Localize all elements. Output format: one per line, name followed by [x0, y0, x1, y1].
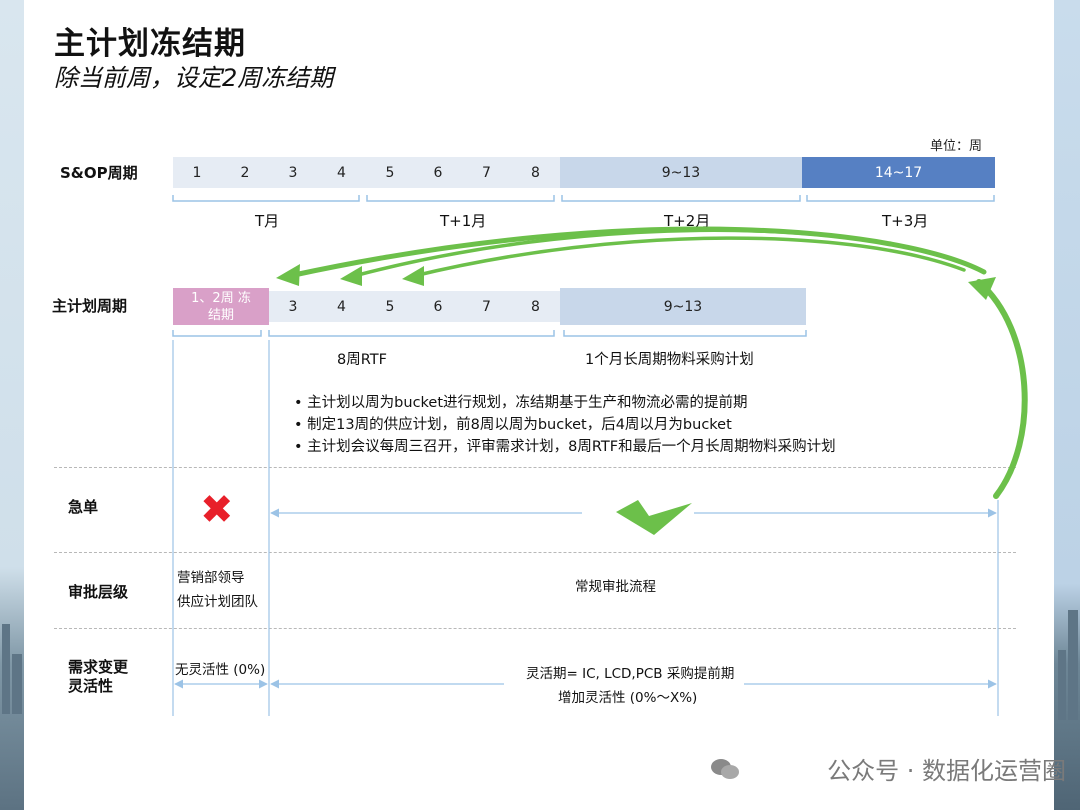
- slide: 主计划冻结期 除当前周，设定2周冻结期 单位：周 S&OP周期 1 2 3 4 …: [24, 0, 1054, 810]
- city-building: [2, 624, 10, 714]
- check-icon: [616, 500, 692, 535]
- range-arrows: [174, 508, 997, 689]
- month-brackets: [172, 195, 995, 337]
- wechat-icon: [711, 759, 739, 779]
- city-building: [1068, 610, 1078, 720]
- watermark: 公众号 · 数据化运营圈: [827, 757, 1066, 785]
- vertical-guides: [172, 340, 999, 716]
- background-right: [1054, 0, 1080, 810]
- feedback-arrows: [291, 226, 1028, 499]
- diagram-graphics: [172, 195, 1028, 716]
- city-building: [12, 654, 22, 714]
- city-building: [1058, 650, 1066, 720]
